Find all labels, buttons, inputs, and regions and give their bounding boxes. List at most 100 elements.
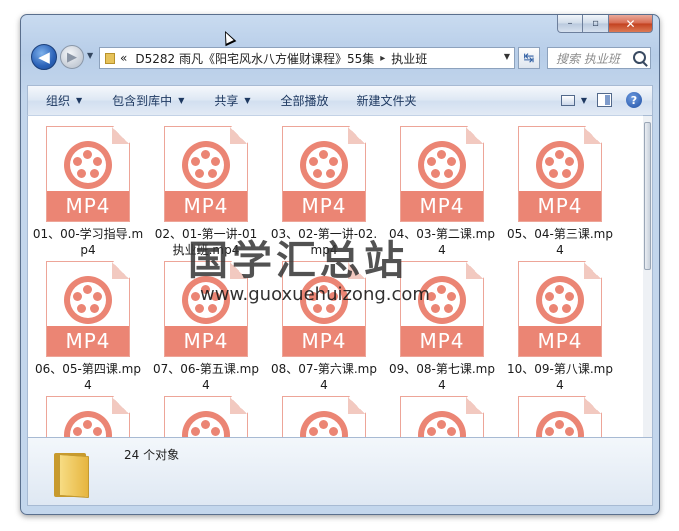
file-name: 07、06-第五课.mp4 bbox=[153, 362, 259, 392]
chevron-down-icon: ▼ bbox=[244, 96, 251, 105]
include-library-label: 包含到库中 bbox=[112, 94, 173, 108]
navigation-bar: ◀ ▶ ▼ « D5282 雨凡《阳宅风水八方催财课程》55集 ▸ 执业班 ▼ … bbox=[21, 41, 659, 75]
file-name: 10、09-第八课.mp4 bbox=[507, 362, 613, 392]
views-icon[interactable] bbox=[560, 94, 575, 106]
preview-pane-icon[interactable] bbox=[597, 93, 612, 107]
film-reel-icon bbox=[182, 141, 230, 189]
file-item[interactable]: MP4 06、05-第四课.mp4 bbox=[29, 261, 147, 393]
file-type-badge: MP4 bbox=[165, 191, 247, 221]
file-type-badge: MP4 bbox=[401, 326, 483, 356]
film-reel-icon bbox=[300, 141, 348, 189]
organize-button[interactable]: 组织 ▼ bbox=[46, 92, 82, 109]
scrollbar-thumb[interactable] bbox=[644, 122, 651, 270]
video-file-icon: MP4 bbox=[518, 126, 602, 222]
chevron-down-icon: ▼ bbox=[87, 51, 94, 60]
film-reel-icon bbox=[182, 411, 230, 437]
caption-buttons: – ▫ ✕ bbox=[557, 15, 653, 33]
video-file-icon: MP4 bbox=[46, 261, 130, 357]
file-name: 05、04-第三课.mp4 bbox=[507, 227, 613, 257]
file-type-badge: MP4 bbox=[401, 191, 483, 221]
close-button[interactable]: ✕ bbox=[609, 15, 653, 33]
forward-button[interactable]: ▶ bbox=[60, 45, 84, 69]
command-bar: 组织 ▼ 包含到库中 ▼ 共享 ▼ 全部播放 新建文件夹 ▼ ? bbox=[27, 85, 653, 115]
video-file-icon: MP4 bbox=[282, 396, 366, 437]
file-name: 01、00-学习指导.mp4 bbox=[32, 227, 144, 257]
watermark-url: www.guoxuehuizong.com bbox=[200, 284, 430, 305]
file-type-badge: MP4 bbox=[283, 326, 365, 356]
minimize-icon: – bbox=[567, 18, 573, 29]
recent-pages-dropdown[interactable]: ▼ bbox=[87, 51, 93, 60]
search-input[interactable]: 搜索 执业班 bbox=[547, 47, 651, 69]
close-icon: ✕ bbox=[625, 16, 636, 31]
back-button[interactable]: ◀ bbox=[31, 44, 57, 70]
play-all-button[interactable]: 全部播放 bbox=[281, 92, 329, 109]
refresh-icon: ↹ bbox=[523, 50, 535, 66]
view-controls: ▼ ? bbox=[560, 92, 642, 108]
address-bar[interactable]: « D5282 雨凡《阳宅风水八方催财课程》55集 ▸ 执业班 ▼ bbox=[99, 47, 515, 69]
video-file-icon: MP4 bbox=[400, 396, 484, 437]
file-type-badge: MP4 bbox=[519, 191, 601, 221]
film-reel-icon bbox=[536, 411, 584, 437]
search-icon[interactable] bbox=[633, 51, 646, 64]
breadcrumb-separator[interactable]: ▸ bbox=[380, 53, 385, 64]
file-type-badge: MP4 bbox=[47, 326, 129, 356]
file-item[interactable]: MP4 bbox=[265, 396, 383, 437]
file-item[interactable]: MP4 bbox=[383, 396, 501, 437]
address-dropdown-icon[interactable]: ▼ bbox=[504, 52, 510, 61]
film-reel-icon bbox=[418, 411, 466, 437]
watermark-title: 国学汇总站 bbox=[188, 238, 408, 284]
video-file-icon: MP4 bbox=[164, 396, 248, 437]
new-folder-button[interactable]: 新建文件夹 bbox=[357, 92, 417, 109]
file-name: 09、08-第七课.mp4 bbox=[389, 362, 495, 392]
file-name: 08、07-第六课.mp4 bbox=[271, 362, 377, 392]
video-file-icon: MP4 bbox=[164, 126, 248, 222]
film-reel-icon bbox=[536, 276, 584, 324]
details-pane: 24 个对象 bbox=[27, 438, 653, 506]
film-reel-icon bbox=[300, 411, 348, 437]
back-arrow-icon: ◀ bbox=[38, 48, 50, 66]
video-file-icon: MP4 bbox=[46, 126, 130, 222]
search-placeholder: 搜索 执业班 bbox=[556, 51, 620, 66]
breadcrumb-overflow[interactable]: « bbox=[120, 51, 127, 65]
film-reel-icon bbox=[418, 141, 466, 189]
film-reel-icon bbox=[64, 411, 112, 437]
video-file-icon: MP4 bbox=[282, 126, 366, 222]
video-file-icon: MP4 bbox=[46, 396, 130, 437]
file-item[interactable]: MP4 bbox=[501, 396, 619, 437]
vertical-scrollbar[interactable] bbox=[643, 115, 653, 438]
share-label: 共享 bbox=[214, 94, 239, 108]
chevron-down-icon[interactable]: ▼ bbox=[581, 96, 587, 105]
breadcrumb-current[interactable]: 执业班 bbox=[391, 50, 427, 67]
video-file-icon: MP4 bbox=[400, 126, 484, 222]
video-file-icon: MP4 bbox=[518, 396, 602, 437]
film-reel-icon bbox=[536, 141, 584, 189]
organize-label: 组织 bbox=[46, 94, 71, 108]
file-item[interactable]: MP4 10、09-第八课.mp4 bbox=[501, 261, 619, 393]
item-count: 24 个对象 bbox=[124, 448, 180, 462]
forward-arrow-icon: ▶ bbox=[67, 49, 77, 65]
include-in-library-button[interactable]: 包含到库中 ▼ bbox=[112, 92, 184, 109]
file-item[interactable]: MP4 bbox=[147, 396, 265, 437]
file-item[interactable]: MP4 01、00-学习指导.mp4 bbox=[29, 126, 147, 258]
file-type-badge: MP4 bbox=[519, 326, 601, 356]
minimize-button[interactable]: – bbox=[557, 15, 583, 33]
file-name: 06、05-第四课.mp4 bbox=[35, 362, 141, 392]
file-type-badge: MP4 bbox=[165, 326, 247, 356]
maximize-button[interactable]: ▫ bbox=[583, 15, 609, 33]
refresh-button[interactable]: ↹ bbox=[518, 47, 540, 69]
play-all-label: 全部播放 bbox=[280, 94, 329, 108]
breadcrumb-parent[interactable]: D5282 雨凡《阳宅风水八方催财课程》55集 bbox=[135, 50, 374, 67]
file-item[interactable]: MP4 bbox=[29, 396, 147, 437]
folder-icon bbox=[54, 449, 90, 499]
file-item[interactable]: MP4 05、04-第三课.mp4 bbox=[501, 126, 619, 258]
film-reel-icon bbox=[64, 141, 112, 189]
help-icon[interactable]: ? bbox=[626, 92, 642, 108]
film-reel-icon bbox=[64, 276, 112, 324]
maximize-icon: ▫ bbox=[592, 18, 599, 29]
video-file-icon: MP4 bbox=[518, 261, 602, 357]
chevron-down-icon: ▼ bbox=[76, 96, 83, 105]
folder-icon bbox=[105, 52, 115, 64]
new-folder-label: 新建文件夹 bbox=[356, 94, 417, 108]
share-button[interactable]: 共享 ▼ bbox=[214, 92, 250, 109]
chevron-down-icon: ▼ bbox=[178, 96, 185, 105]
